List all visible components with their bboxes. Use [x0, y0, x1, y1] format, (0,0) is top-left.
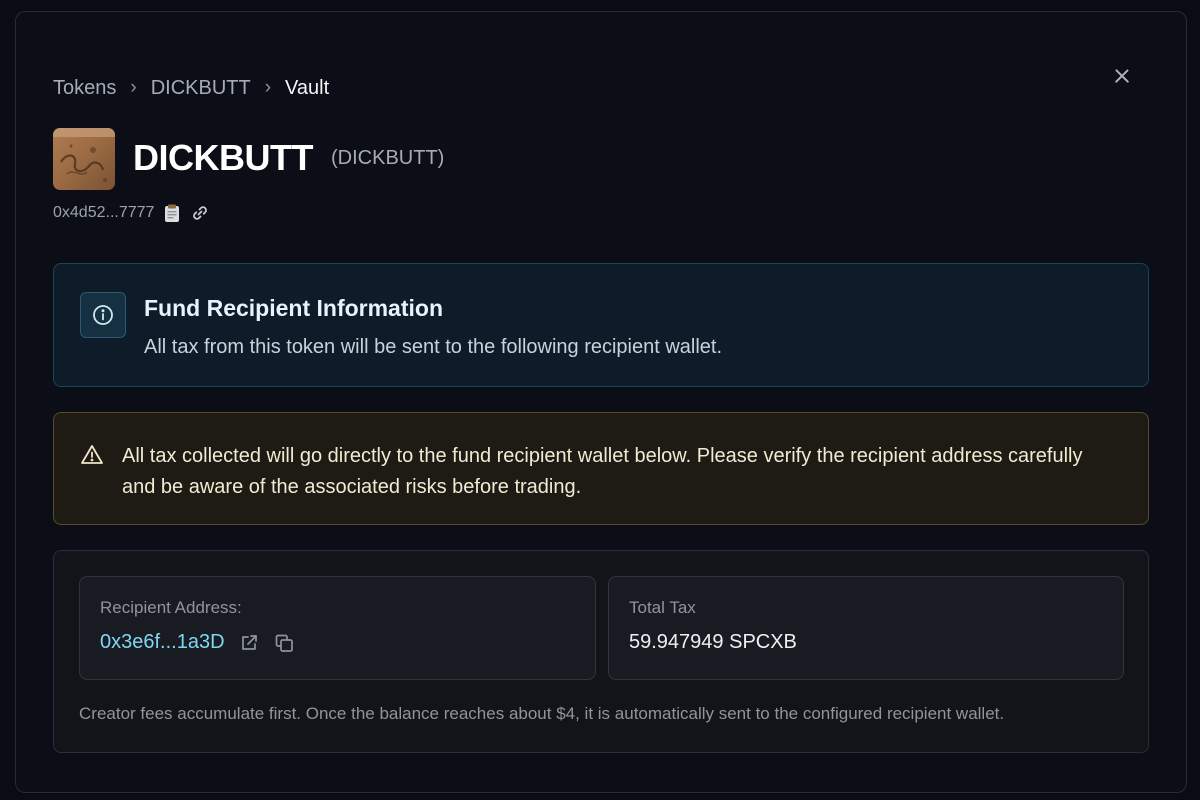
recipient-address-link[interactable]: 0x3e6f...1a3D: [100, 631, 225, 654]
info-title: Fund Recipient Information: [144, 295, 443, 321]
external-link-icon[interactable]: [238, 632, 260, 654]
breadcrumb-token[interactable]: DICKBUTT: [151, 77, 251, 100]
recipient-address-label: Recipient Address:: [100, 598, 242, 617]
recipient-details: Recipient Address: 0x3e6f...1a3D Total T…: [53, 550, 1149, 753]
tax-warning: All tax collected will go directly to th…: [53, 412, 1149, 525]
breadcrumb-separator: ›: [130, 77, 137, 98]
info-text: All tax from this token will be sent to …: [144, 336, 723, 358]
recipient-address-card: Recipient Address: 0x3e6f...1a3D: [79, 576, 596, 680]
token-address: 0x4d52...7777: [53, 204, 155, 221]
breadcrumb-vault: Vault: [285, 76, 330, 99]
token-name: DICKBUTT: [133, 137, 313, 178]
clipboard-icon[interactable]: [162, 203, 182, 223]
token-avatar: [53, 128, 115, 190]
warning-icon: [80, 443, 104, 467]
breadcrumb-separator: ›: [264, 77, 272, 98]
breadcrumb: Tokens › DICKBUTT › Vault: [53, 76, 329, 100]
warning-text: All tax collected will go directly to th…: [122, 445, 1083, 498]
link-icon[interactable]: [190, 203, 210, 223]
recipient-address-row: 0x3e6f...1a3D: [100, 631, 295, 654]
total-tax-value: 59.947949 SPCXB: [629, 631, 797, 653]
fund-recipient-info: Fund Recipient Information All tax from …: [53, 263, 1149, 387]
info-icon: [80, 292, 126, 338]
close-icon[interactable]: [1111, 66, 1133, 88]
total-tax-card: Total Tax 59.947949 SPCXB: [608, 576, 1124, 680]
breadcrumb-tokens[interactable]: Tokens: [53, 77, 116, 100]
token-address-row: 0x4d52...7777: [53, 203, 210, 223]
creator-fees-note: Creator fees accumulate first. Once the …: [79, 704, 1005, 723]
copy-icon[interactable]: [273, 632, 295, 654]
token-symbol: (DICKBUTT): [331, 147, 445, 169]
total-tax-label: Total Tax: [629, 598, 696, 617]
